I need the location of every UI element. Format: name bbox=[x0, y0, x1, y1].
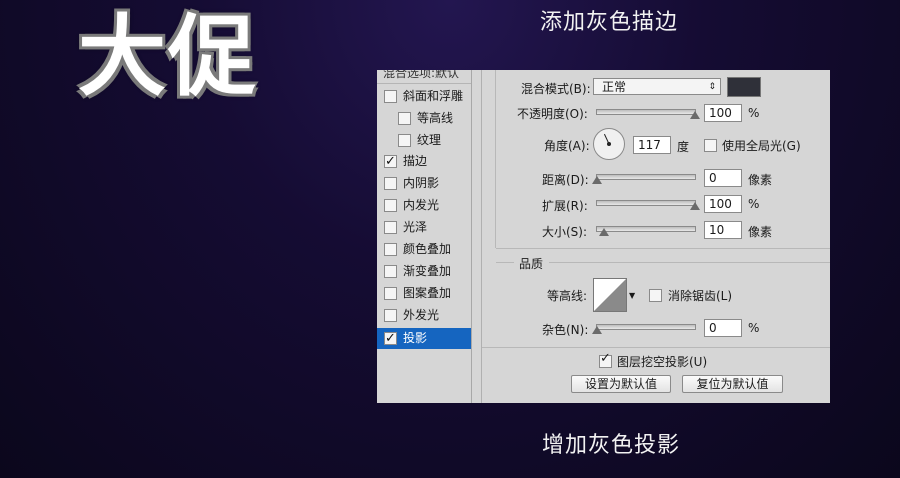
reset-default-button[interactable]: 复位为默认值 bbox=[682, 375, 783, 393]
spread-unit: % bbox=[748, 197, 760, 211]
size-slider-handle[interactable] bbox=[599, 228, 609, 236]
style-item-drop-shadow[interactable]: ✓ 投影 bbox=[377, 328, 471, 349]
checkbox[interactable] bbox=[384, 90, 397, 103]
distance-label: 距离(D): bbox=[542, 173, 589, 187]
checkbox[interactable] bbox=[384, 243, 397, 256]
checkbox[interactable]: ✓ bbox=[384, 331, 397, 346]
distance-input[interactable]: 0 bbox=[704, 169, 742, 187]
checkbox[interactable] bbox=[384, 199, 397, 212]
opacity-slider-handle[interactable] bbox=[690, 111, 700, 119]
caption-add-gray-stroke: 添加灰色描边 bbox=[540, 10, 679, 35]
set-default-button[interactable]: 设置为默认值 bbox=[571, 375, 671, 393]
style-item-label: 纹理 bbox=[417, 133, 442, 147]
style-item-label: 内发光 bbox=[403, 198, 440, 212]
quality-section-label: 品质 bbox=[519, 257, 544, 271]
styles-list: 混合选项:默认 斜面和浮雕 等高线 纹理 ✓ 描边 内阴影 内发光 光泽 颜色叠… bbox=[377, 70, 472, 403]
style-item-inner-glow[interactable]: 内发光 bbox=[377, 195, 471, 216]
shadow-color-swatch[interactable] bbox=[727, 77, 761, 97]
checkbox[interactable]: ✓ bbox=[384, 154, 397, 169]
section-divider bbox=[549, 262, 830, 263]
style-item-label: 等高线 bbox=[417, 111, 454, 125]
size-input[interactable]: 10 bbox=[704, 221, 742, 239]
size-unit: 像素 bbox=[748, 225, 773, 239]
spread-label: 扩展(R): bbox=[542, 199, 588, 213]
contour-preview bbox=[594, 279, 626, 311]
section-divider bbox=[482, 347, 830, 348]
checkbox[interactable] bbox=[398, 134, 411, 147]
blend-mode-select[interactable]: 正常 ⇕ bbox=[593, 78, 721, 95]
noise-input[interactable]: 0 bbox=[704, 319, 742, 337]
angle-label: 角度(A): bbox=[544, 139, 590, 153]
spread-slider-handle[interactable] bbox=[690, 202, 700, 210]
style-item-contour[interactable]: 等高线 bbox=[377, 108, 471, 129]
checkbox[interactable] bbox=[384, 177, 397, 190]
style-item-bevel-emboss[interactable]: 斜面和浮雕 bbox=[377, 86, 471, 107]
style-item-label: 图案叠加 bbox=[403, 286, 452, 300]
updown-arrow-icon: ⇕ bbox=[708, 82, 716, 92]
noise-slider[interactable] bbox=[596, 324, 696, 330]
style-item-label: 渐变叠加 bbox=[403, 264, 452, 278]
style-item-texture[interactable]: 纹理 bbox=[377, 130, 471, 151]
check-icon: ✓ bbox=[385, 331, 396, 346]
divider bbox=[481, 70, 482, 403]
chevron-down-icon[interactable]: ▼ bbox=[629, 291, 635, 300]
global-light-label: 使用全局光(G) bbox=[722, 139, 801, 153]
blend-mode-label: 混合模式(B): bbox=[521, 82, 591, 96]
checkbox[interactable] bbox=[384, 287, 397, 300]
section-divider bbox=[496, 262, 514, 263]
noise-slider-handle[interactable] bbox=[592, 326, 602, 334]
blend-mode-value: 正常 bbox=[602, 80, 627, 94]
size-label: 大小(S): bbox=[542, 225, 588, 239]
knockout-label: 图层挖空投影(U) bbox=[617, 355, 708, 369]
antialias-label: 消除锯齿(L) bbox=[668, 289, 733, 303]
angle-input[interactable]: 117 bbox=[633, 136, 671, 154]
distance-slider[interactable] bbox=[596, 174, 696, 180]
contour-picker[interactable] bbox=[593, 278, 627, 312]
style-item-stroke[interactable]: ✓ 描边 bbox=[377, 151, 471, 172]
opacity-slider[interactable] bbox=[596, 109, 696, 115]
size-slider[interactable] bbox=[596, 226, 696, 232]
noise-unit: % bbox=[748, 321, 760, 335]
style-item-satin[interactable]: 光泽 bbox=[377, 217, 471, 238]
angle-dial[interactable] bbox=[593, 128, 625, 160]
style-item-pattern-overlay[interactable]: 图案叠加 bbox=[377, 283, 471, 304]
noise-label: 杂色(N): bbox=[542, 323, 589, 337]
checkbox[interactable] bbox=[384, 309, 397, 322]
style-item-label: 颜色叠加 bbox=[403, 242, 452, 256]
style-item-inner-shadow[interactable]: 内阴影 bbox=[377, 173, 471, 194]
layer-style-dialog: 混合选项:默认 斜面和浮雕 等高线 纹理 ✓ 描边 内阴影 内发光 光泽 颜色叠… bbox=[377, 70, 830, 403]
opacity-input[interactable]: 100 bbox=[704, 104, 742, 122]
section-divider bbox=[496, 248, 830, 249]
global-light-checkbox[interactable] bbox=[704, 139, 717, 152]
divider bbox=[495, 70, 496, 248]
distance-slider-handle[interactable] bbox=[592, 176, 602, 184]
style-item-label: 内阴影 bbox=[403, 176, 440, 190]
style-item-label: 外发光 bbox=[403, 308, 440, 322]
style-item-label: 光泽 bbox=[403, 220, 428, 234]
check-icon: ✓ bbox=[385, 154, 396, 169]
angle-unit: 度 bbox=[677, 140, 690, 154]
opacity-label: 不透明度(O): bbox=[517, 107, 588, 121]
caption-add-gray-shadow: 增加灰色投影 bbox=[542, 433, 681, 458]
distance-unit: 像素 bbox=[748, 173, 773, 187]
style-item-label: 描边 bbox=[403, 154, 428, 168]
spread-slider[interactable] bbox=[596, 200, 696, 206]
check-icon: ✓ bbox=[600, 351, 611, 366]
blend-options-header[interactable]: 混合选项:默认 bbox=[377, 70, 471, 84]
style-item-color-overlay[interactable]: 颜色叠加 bbox=[377, 239, 471, 260]
banner-title: 大促 bbox=[78, 5, 259, 108]
opacity-unit: % bbox=[748, 106, 760, 120]
spread-input[interactable]: 100 bbox=[704, 195, 742, 213]
angle-dial-center bbox=[607, 142, 611, 146]
checkbox[interactable] bbox=[384, 265, 397, 278]
checkbox[interactable] bbox=[398, 112, 411, 125]
style-item-label: 斜面和浮雕 bbox=[403, 89, 464, 103]
checkbox[interactable] bbox=[384, 221, 397, 234]
contour-label: 等高线: bbox=[547, 289, 588, 303]
antialias-checkbox[interactable] bbox=[649, 289, 662, 302]
knockout-checkbox[interactable]: ✓ bbox=[599, 351, 612, 368]
style-item-outer-glow[interactable]: 外发光 bbox=[377, 305, 471, 326]
style-item-label: 投影 bbox=[403, 331, 428, 345]
style-item-gradient-overlay[interactable]: 渐变叠加 bbox=[377, 261, 471, 282]
